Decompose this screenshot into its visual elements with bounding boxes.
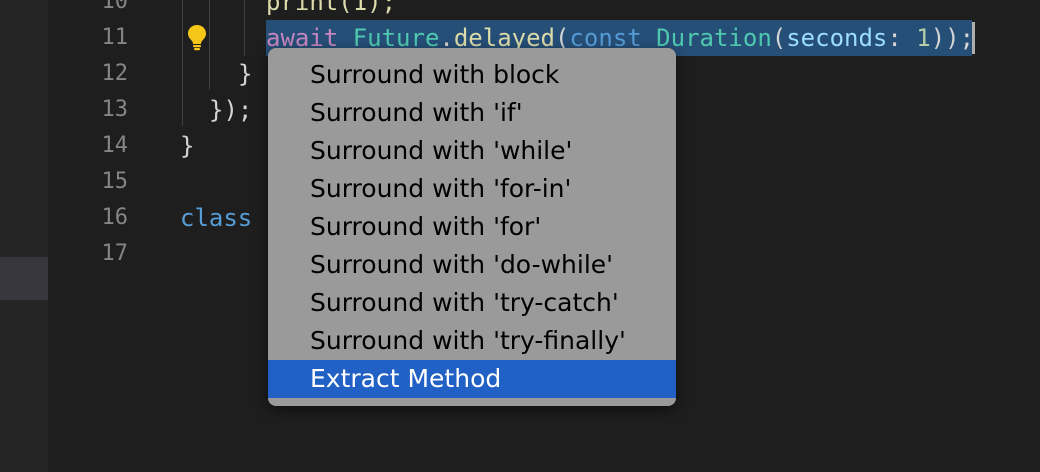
code-text[interactable]: print(1); <box>266 0 396 15</box>
code-token: print(1); <box>266 0 397 16</box>
line-number: 15 <box>101 169 129 194</box>
line-number: 13 <box>101 97 129 122</box>
menu-item-surround-for[interactable]: Surround with 'for' <box>268 208 676 246</box>
activity-bar <box>0 0 48 472</box>
code-text[interactable]: class <box>180 205 252 231</box>
code-token: } <box>238 60 253 88</box>
lightbulb-icon[interactable] <box>185 23 209 51</box>
menu-item-surround-do-while[interactable]: Surround with 'do-while' <box>268 246 676 284</box>
code-token: )); <box>930 24 975 52</box>
code-token: 1 <box>916 24 931 52</box>
line-number: 12 <box>101 61 129 86</box>
menu-item-surround-for-in[interactable]: Surround with 'for-in' <box>268 170 676 208</box>
menu-item-extract-method[interactable]: Extract Method <box>268 360 676 398</box>
code-token: } <box>180 132 195 160</box>
line-number: 10 <box>101 0 129 14</box>
code-text[interactable]: }); <box>209 97 252 123</box>
menu-item-surround-if[interactable]: Surround with 'if' <box>268 94 676 132</box>
line-number: 11 <box>101 25 129 50</box>
activity-bar-active-item[interactable] <box>0 257 48 300</box>
code-token: : <box>887 24 917 52</box>
line-number: 17 <box>101 241 129 266</box>
code-token: }); <box>209 96 253 124</box>
code-token: ( <box>771 24 787 52</box>
code-token: Duration <box>656 24 772 52</box>
code-action-menu: Surround with block Surround with 'if' S… <box>268 48 676 406</box>
menu-item-surround-block[interactable]: Surround with block <box>268 56 676 94</box>
code-text[interactable]: } <box>238 61 252 87</box>
menu-item-surround-try-finally[interactable]: Surround with 'try-finally' <box>268 322 676 360</box>
code-token: class <box>180 204 253 232</box>
code-text[interactable]: } <box>180 133 194 159</box>
menu-item-surround-try-catch[interactable]: Surround with 'try-catch' <box>268 284 676 322</box>
line-number: 14 <box>101 133 129 158</box>
code-token: seconds <box>786 24 888 52</box>
code-line-10[interactable]: 10 print(1); <box>48 0 1040 20</box>
line-number: 16 <box>101 205 129 230</box>
menu-item-surround-while[interactable]: Surround with 'while' <box>268 132 676 170</box>
